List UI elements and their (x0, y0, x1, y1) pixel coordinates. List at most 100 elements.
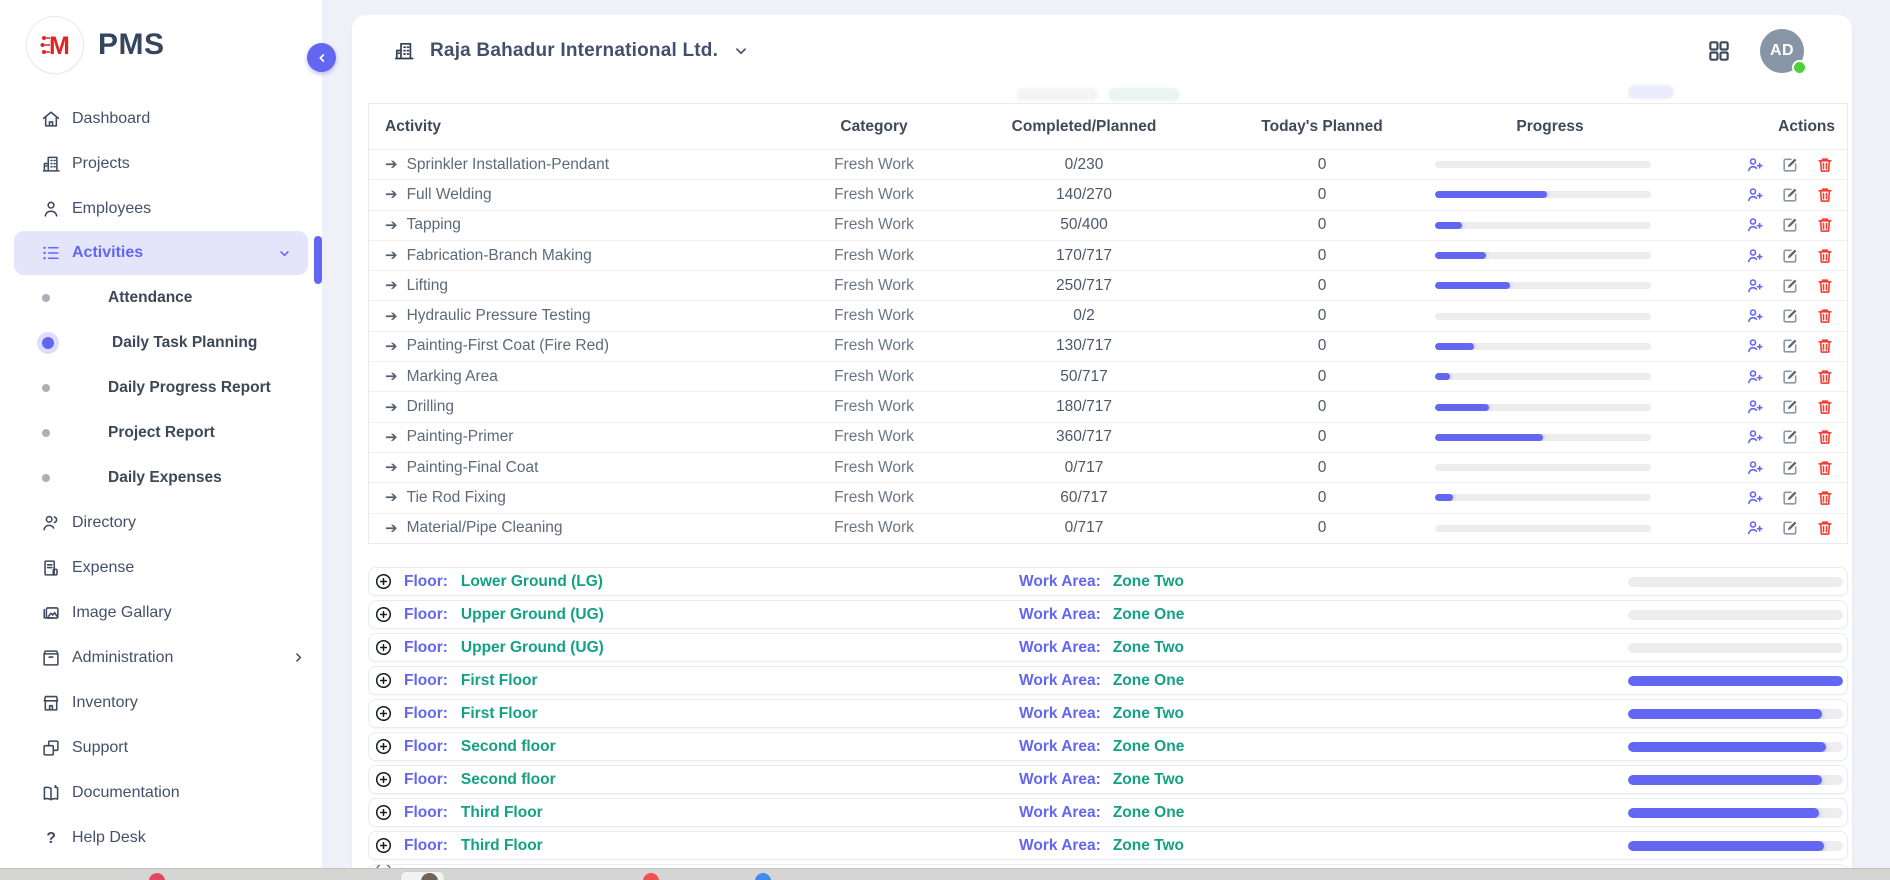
delete-button[interactable] (1815, 488, 1835, 508)
floor-row[interactable]: Floor: Third Floor Work Area: Zone One (368, 798, 1848, 827)
activity-row[interactable]: ➔ Sprinkler Installation-Pendant Fresh W… (369, 149, 1847, 179)
edit-button[interactable] (1780, 397, 1800, 417)
sidebar-subitem-project-report[interactable]: Project Report (0, 410, 322, 455)
sidebar-subitem-daily-progress-report[interactable]: Daily Progress Report (0, 365, 322, 410)
delete-button[interactable] (1815, 276, 1835, 296)
assign-user-button[interactable] (1745, 185, 1765, 205)
delete-button[interactable] (1815, 458, 1835, 478)
edit-button[interactable] (1780, 488, 1800, 508)
taskbar-app-icon[interactable] (149, 873, 165, 880)
edit-button[interactable] (1780, 155, 1800, 175)
floor-row[interactable]: Floor: Lower Ground (LG) Work Area: Zone… (368, 567, 1848, 596)
sidebar-item-employees[interactable]: Employees (0, 186, 322, 231)
delete-button[interactable] (1815, 427, 1835, 447)
assign-user-button[interactable] (1745, 155, 1765, 175)
arrow-right-icon[interactable]: ➔ (385, 369, 398, 384)
sidebar-item-directory[interactable]: Directory (0, 500, 322, 545)
edit-button[interactable] (1780, 518, 1800, 538)
activity-row[interactable]: ➔ Fabrication-Branch Making Fresh Work 1… (369, 240, 1847, 270)
arrow-right-icon[interactable]: ➔ (385, 521, 398, 536)
assign-user-button[interactable] (1745, 246, 1765, 266)
expand-floor-button[interactable] (374, 605, 393, 624)
assign-user-button[interactable] (1745, 458, 1765, 478)
sidebar-collapse-button[interactable] (307, 43, 336, 72)
assign-user-button[interactable] (1745, 336, 1765, 356)
sidebar-subitem-daily-expenses[interactable]: Daily Expenses (0, 455, 322, 500)
activity-row[interactable]: ➔ Lifting Fresh Work 250/717 0 (369, 270, 1847, 300)
expand-floor-button[interactable] (374, 770, 393, 789)
sidebar-subitem-daily-task-planning[interactable]: Daily Task Planning (0, 320, 322, 365)
expand-floor-button[interactable] (374, 671, 393, 690)
sidebar-item-help-desk[interactable]: ?Help Desk (0, 815, 322, 860)
edit-button[interactable] (1780, 427, 1800, 447)
floor-row[interactable]: Floor: First Floor Work Area: Zone Two (368, 699, 1848, 728)
floor-row[interactable]: Floor: First Floor Work Area: Zone One (368, 666, 1848, 695)
expand-floor-button[interactable] (374, 572, 393, 591)
activity-row[interactable]: ➔ Painting-Primer Fresh Work 360/717 0 (369, 422, 1847, 452)
assign-user-button[interactable] (1745, 306, 1765, 326)
user-avatar[interactable]: AD (1760, 29, 1804, 73)
edit-button[interactable] (1780, 185, 1800, 205)
company-selector[interactable]: Raja Bahadur International Ltd. (392, 39, 750, 63)
expand-floor-button[interactable] (374, 836, 393, 855)
floor-row[interactable]: Floor: Second floor Work Area: Zone One (368, 732, 1848, 761)
delete-button[interactable] (1815, 367, 1835, 387)
sidebar-item-documentation[interactable]: Documentation (0, 770, 322, 815)
activity-row[interactable]: ➔ Painting-Final Coat Fresh Work 0/717 0 (369, 452, 1847, 482)
assign-user-button[interactable] (1745, 215, 1765, 235)
arrow-right-icon[interactable]: ➔ (385, 187, 398, 202)
edit-button[interactable] (1780, 367, 1800, 387)
edit-button[interactable] (1780, 246, 1800, 266)
arrow-right-icon[interactable]: ➔ (385, 248, 398, 263)
floor-row[interactable]: Floor: Third Floor Work Area: Zone Two (368, 831, 1848, 860)
logo[interactable]: M PMS (0, 0, 322, 82)
delete-button[interactable] (1815, 336, 1835, 356)
sidebar-subitem-attendance[interactable]: Attendance (0, 275, 322, 320)
delete-button[interactable] (1815, 215, 1835, 235)
activity-row[interactable]: ➔ Material/Pipe Cleaning Fresh Work 0/71… (369, 513, 1847, 543)
assign-user-button[interactable] (1745, 518, 1765, 538)
assign-user-button[interactable] (1745, 488, 1765, 508)
edit-button[interactable] (1780, 336, 1800, 356)
arrow-right-icon[interactable]: ➔ (385, 218, 398, 233)
activity-row[interactable]: ➔ Tapping Fresh Work 50/400 0 (369, 210, 1847, 240)
expand-floor-button[interactable] (374, 803, 393, 822)
assign-user-button[interactable] (1745, 276, 1765, 296)
assign-user-button[interactable] (1745, 367, 1765, 387)
activity-row[interactable]: ➔ Marking Area Fresh Work 50/717 0 (369, 361, 1847, 391)
assign-user-button[interactable] (1745, 427, 1765, 447)
sidebar-item-image-gallary[interactable]: Image Gallary (0, 590, 322, 635)
edit-button[interactable] (1780, 276, 1800, 296)
activity-row[interactable]: ➔ Painting-First Coat (Fire Red) Fresh W… (369, 331, 1847, 361)
activity-row[interactable]: ➔ Full Welding Fresh Work 140/270 0 (369, 179, 1847, 209)
expand-floor-button[interactable] (374, 704, 393, 723)
taskbar-app-icon[interactable] (755, 873, 771, 880)
expand-floor-button[interactable] (374, 737, 393, 756)
arrow-right-icon[interactable]: ➔ (385, 400, 398, 415)
arrow-right-icon[interactable]: ➔ (385, 278, 398, 293)
edit-button[interactable] (1780, 306, 1800, 326)
sidebar-item-administration[interactable]: Administration (0, 635, 322, 680)
arrow-right-icon[interactable]: ➔ (385, 490, 398, 505)
delete-button[interactable] (1815, 397, 1835, 417)
delete-button[interactable] (1815, 518, 1835, 538)
floor-row[interactable]: Floor: Upper Ground (UG) Work Area: Zone… (368, 600, 1848, 629)
activity-row[interactable]: ➔ Hydraulic Pressure Testing Fresh Work … (369, 300, 1847, 330)
edit-button[interactable] (1780, 215, 1800, 235)
activity-row[interactable]: ➔ Tie Rod Fixing Fresh Work 60/717 0 (369, 482, 1847, 512)
sidebar-item-inventory[interactable]: Inventory (0, 680, 322, 725)
delete-button[interactable] (1815, 155, 1835, 175)
sidebar-item-activities[interactable]: Activities (14, 231, 308, 275)
arrow-right-icon[interactable]: ➔ (385, 430, 398, 445)
sidebar-item-expense[interactable]: Expense (0, 545, 322, 590)
floor-row[interactable]: Floor: Second floor Work Area: Zone Two (368, 765, 1848, 794)
assign-user-button[interactable] (1745, 397, 1765, 417)
delete-button[interactable] (1815, 246, 1835, 266)
delete-button[interactable] (1815, 306, 1835, 326)
arrow-right-icon[interactable]: ➔ (385, 339, 398, 354)
edit-button[interactable] (1780, 458, 1800, 478)
arrow-right-icon[interactable]: ➔ (385, 157, 398, 172)
apps-grid-button[interactable] (1706, 38, 1732, 64)
arrow-right-icon[interactable]: ➔ (385, 309, 398, 324)
activity-row[interactable]: ➔ Drilling Fresh Work 180/717 0 (369, 391, 1847, 421)
